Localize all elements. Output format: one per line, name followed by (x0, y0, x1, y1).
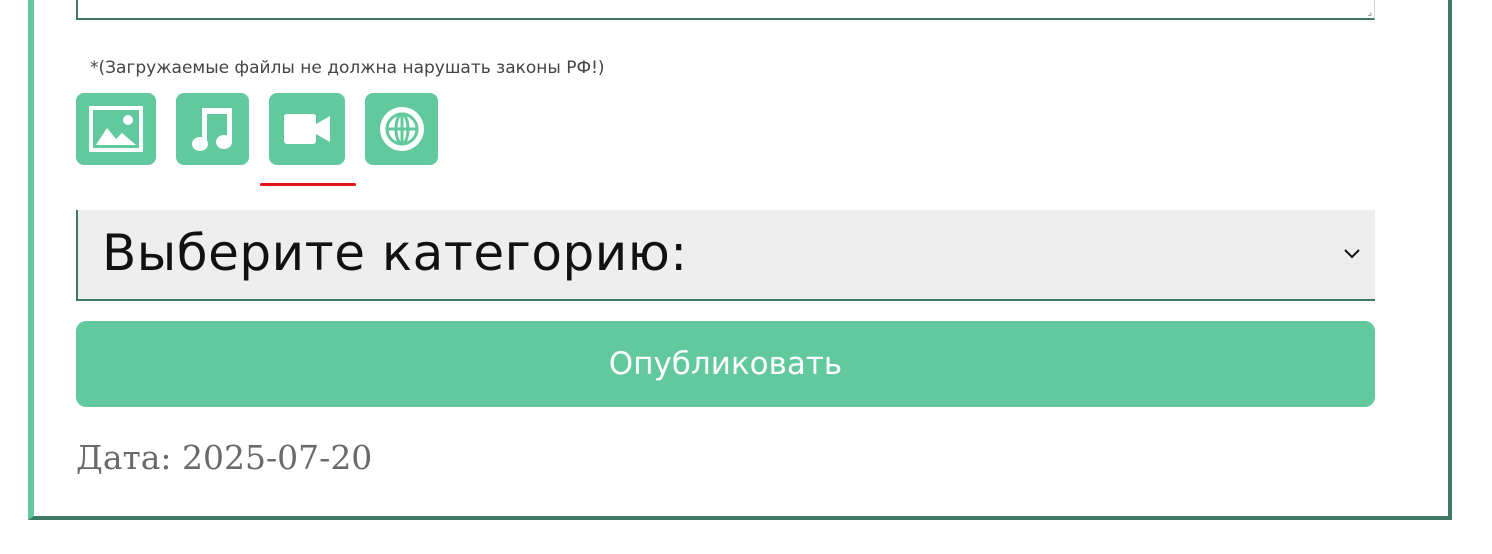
attach-image-button[interactable] (76, 93, 156, 165)
publish-button[interactable]: Опубликовать (76, 321, 1375, 407)
category-select[interactable]: Выберите категорию: (76, 210, 1375, 301)
globe-icon (379, 107, 424, 151)
chevron-down-icon (1344, 249, 1360, 259)
resize-handle-icon[interactable]: ⌟ (1368, 8, 1372, 17)
music-note-icon (191, 108, 232, 151)
file-upload-note: *(Загружаемые файлы не должна нарушать з… (90, 58, 605, 78)
video-camera-icon (284, 114, 330, 144)
attach-video-button[interactable] (269, 93, 345, 165)
post-date: Дата: 2025-07-20 (76, 438, 373, 477)
attach-link-button[interactable] (365, 93, 438, 165)
attach-audio-button[interactable] (176, 93, 249, 165)
image-icon (89, 106, 143, 152)
active-tab-indicator (260, 183, 356, 186)
post-text-area[interactable]: ⌟ (76, 0, 1375, 20)
category-select-value: Выберите категорию: (102, 224, 688, 282)
